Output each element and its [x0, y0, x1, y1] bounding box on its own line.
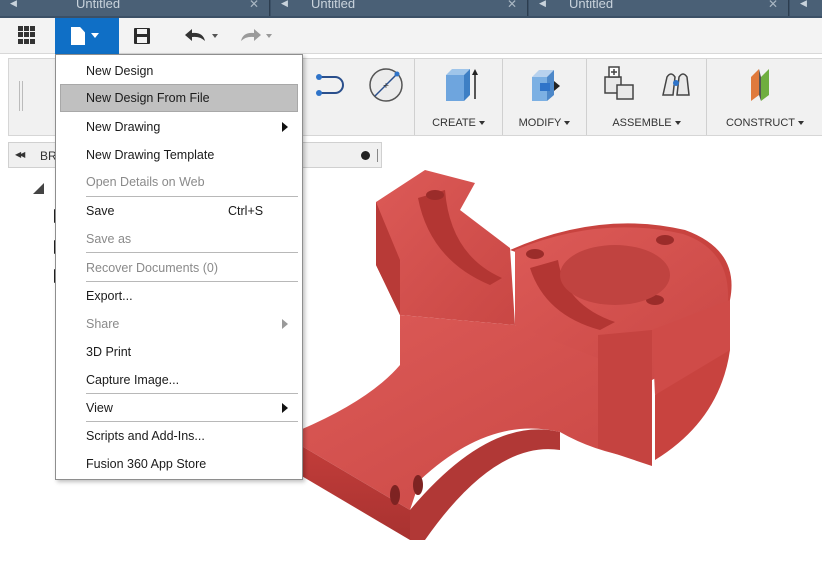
- menu-item-view[interactable]: View: [60, 394, 298, 422]
- menu-item-share: Share: [60, 310, 298, 338]
- document-icon: [71, 27, 85, 45]
- chevron-down-icon: [798, 121, 805, 126]
- undo-button[interactable]: [183, 27, 223, 45]
- assemble-group: ASSEMBLE: [587, 59, 707, 135]
- menu-item-label: New Design From File: [86, 91, 210, 105]
- construct-group: CONSTRUCT: [707, 59, 822, 135]
- construct-label: CONSTRUCT: [725, 117, 796, 129]
- menu-item-label: Share: [86, 317, 120, 331]
- menu-item-label: 3D Print: [86, 345, 132, 359]
- menu-item-save-as: Save as: [60, 225, 298, 253]
- ribbon-grip[interactable]: [19, 81, 23, 111]
- construct-menu[interactable]: CONSTRUCT: [707, 117, 822, 129]
- svg-text:+: +: [383, 81, 390, 90]
- menu-item-label: Recover Documents (0): [86, 261, 218, 275]
- redo-arrow-icon: [241, 29, 261, 41]
- menu-item-new-design-from-file[interactable]: New Design From File: [60, 84, 298, 112]
- 3d-viewport[interactable]: [300, 150, 822, 550]
- offset-plane-icon[interactable]: [745, 65, 783, 103]
- joint-icon[interactable]: [657, 65, 695, 103]
- chevron-down-icon: [478, 121, 485, 126]
- menu-item-label: New Design: [86, 64, 154, 78]
- app-grid-icon[interactable]: [18, 26, 36, 44]
- menu-item-export[interactable]: Export...: [60, 282, 298, 310]
- document-tab-1[interactable]: ◀ Untitled ✕: [0, 0, 270, 16]
- document-tab-3[interactable]: ◀ Untitled ✕: [529, 0, 789, 16]
- sketch-circle-tool-icon[interactable]: +: [367, 65, 405, 103]
- sketch-arc-tool-icon[interactable]: [315, 65, 353, 103]
- document-tab-2[interactable]: ◀ Untitled ✕: [271, 0, 528, 16]
- tab-arrow-icon: ◀: [800, 0, 807, 8]
- press-pull-icon[interactable]: [526, 65, 564, 103]
- floppy-save-icon[interactable]: [132, 26, 152, 46]
- tab-arrow-icon: ◀: [10, 0, 17, 8]
- close-tab-icon[interactable]: ✕: [768, 0, 778, 11]
- create-label: CREATE: [432, 117, 476, 129]
- menu-item-label: Save as: [86, 232, 132, 246]
- menu-item-label: Save: [86, 204, 115, 218]
- modify-label: MODIFY: [518, 117, 562, 129]
- menu-item-new-drawing[interactable]: New Drawing: [60, 113, 298, 141]
- create-group: CREATE: [415, 59, 503, 135]
- menu-item-label: Capture Image...: [86, 373, 180, 387]
- chevron-right-icon: [282, 122, 288, 132]
- chevron-down-icon: [564, 121, 571, 126]
- collapse-panel-icon[interactable]: ◀◀: [15, 150, 25, 159]
- menu-separator: [86, 252, 298, 253]
- tab-title: Untitled: [76, 0, 121, 11]
- modify-menu[interactable]: MODIFY: [503, 117, 586, 129]
- fusion-360-window: ◀ Untitled ✕ ◀ Untitled ✕ ◀ Untitled ✕ ◀: [0, 0, 822, 572]
- menu-item-label: Open Details on Web: [86, 175, 205, 189]
- menu-item-label: New Drawing: [86, 120, 161, 134]
- menu-item-save[interactable]: Save Ctrl+S: [60, 197, 298, 225]
- undo-arrow-icon: [185, 29, 205, 41]
- save-shortcut: Ctrl+S: [228, 204, 264, 218]
- assemble-menu[interactable]: ASSEMBLE: [587, 117, 706, 129]
- menu-item-label: Fusion 360 App Store: [86, 457, 207, 471]
- menu-item-scripts-and-add-ins[interactable]: Scripts and Add-Ins...: [60, 422, 298, 450]
- quick-access-toolbar: [0, 18, 822, 54]
- tab-arrow-icon: ◀: [281, 0, 288, 8]
- extrude-icon[interactable]: [440, 65, 478, 103]
- chevron-down-icon: [212, 34, 219, 38]
- menu-item-recover-documents: Recover Documents (0): [60, 254, 298, 282]
- menu-item-3d-print[interactable]: 3D Print: [60, 338, 298, 366]
- menu-item-fusion-360-app-store[interactable]: Fusion 360 App Store: [60, 450, 298, 478]
- create-menu[interactable]: CREATE: [415, 117, 502, 129]
- redo-button[interactable]: [237, 27, 277, 45]
- chevron-right-icon: [282, 319, 288, 329]
- chevron-right-icon: [282, 403, 288, 413]
- file-dropdown-menu: New Design New Design From File New Draw…: [55, 54, 303, 480]
- menu-item-label: View: [86, 401, 113, 415]
- modify-group: MODIFY: [503, 59, 587, 135]
- menu-item-open-details-on-web: Open Details on Web: [60, 168, 298, 196]
- document-tab-strip: ◀ Untitled ✕ ◀ Untitled ✕ ◀ Untitled ✕ ◀: [0, 0, 822, 18]
- menu-item-label: New Drawing Template: [86, 148, 215, 162]
- tree-expand-icon[interactable]: [33, 183, 44, 194]
- file-menu-button[interactable]: [55, 18, 119, 54]
- tab-title: Untitled: [569, 0, 614, 11]
- menu-item-label: Export...: [86, 289, 133, 303]
- menu-item-new-drawing-template[interactable]: New Drawing Template: [60, 141, 298, 169]
- chevron-down-icon: [91, 33, 99, 38]
- chevron-down-icon: [266, 34, 273, 38]
- close-tab-icon[interactable]: ✕: [249, 0, 259, 11]
- tab-overflow[interactable]: ◀: [790, 0, 822, 16]
- close-tab-icon[interactable]: ✕: [507, 0, 517, 11]
- menu-item-new-design[interactable]: New Design: [60, 57, 298, 85]
- menu-item-label: Scripts and Add-Ins...: [86, 429, 205, 443]
- tab-arrow-icon: ◀: [539, 0, 546, 8]
- assemble-label: ASSEMBLE: [612, 117, 672, 129]
- tab-title: Untitled: [311, 0, 356, 11]
- chevron-down-icon: [674, 121, 681, 126]
- new-component-icon[interactable]: [601, 65, 639, 103]
- sketch-tools-group: +: [305, 59, 415, 135]
- menu-item-capture-image[interactable]: Capture Image...: [60, 366, 298, 394]
